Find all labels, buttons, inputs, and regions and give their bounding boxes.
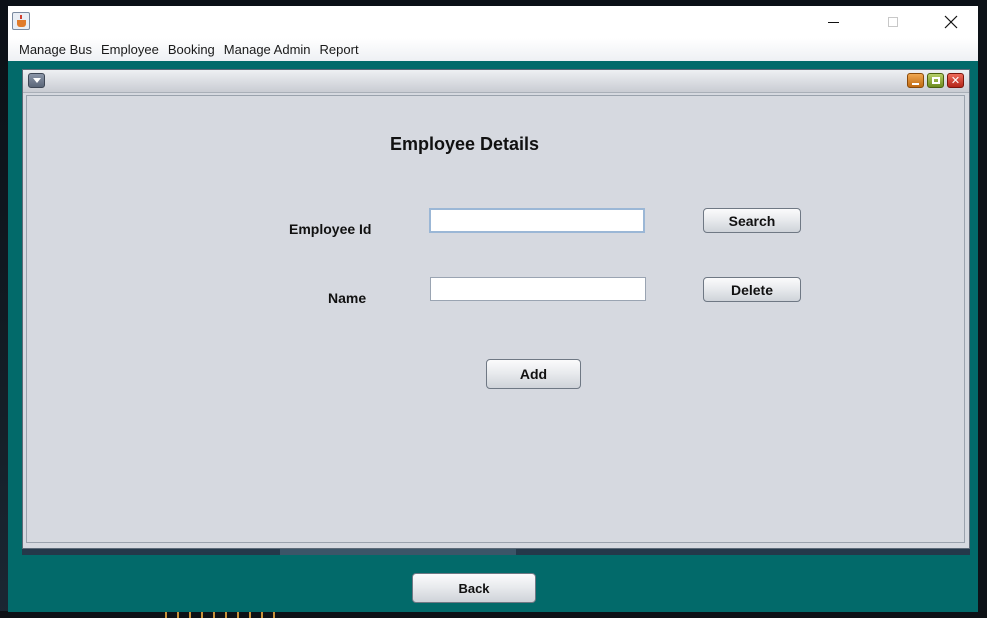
window-close-button[interactable] bbox=[928, 6, 974, 38]
frame-minimize-button[interactable] bbox=[907, 73, 924, 88]
minimize-icon bbox=[912, 82, 919, 85]
window-minimize-button[interactable] bbox=[810, 6, 856, 38]
add-button[interactable]: Add bbox=[486, 359, 581, 389]
menu-manage-bus[interactable]: Manage Bus bbox=[15, 38, 96, 61]
internal-frame-title-bar[interactable]: ✕ bbox=[23, 70, 969, 93]
search-button[interactable]: Search bbox=[703, 208, 801, 233]
frame-close-button[interactable]: ✕ bbox=[947, 73, 964, 88]
frame-menu-button[interactable] bbox=[28, 73, 45, 88]
frame-maximize-button[interactable] bbox=[927, 73, 944, 88]
name-label: Name bbox=[328, 290, 367, 306]
desktop-background-bottom bbox=[0, 611, 987, 618]
window-maximize-button[interactable] bbox=[870, 6, 916, 38]
employee-id-input[interactable] bbox=[429, 208, 645, 233]
java-cup-icon[interactable] bbox=[12, 12, 30, 30]
minimize-icon bbox=[827, 21, 839, 23]
employee-form-panel: Employee Details Employee Id Search Name… bbox=[26, 95, 965, 543]
menu-report[interactable]: Report bbox=[316, 38, 363, 61]
employee-internal-frame: ✕ Employee Details Employee Id Search Na… bbox=[22, 69, 970, 549]
main-window: Manage Bus Employee Booking Manage Admin… bbox=[8, 6, 978, 612]
employee-id-label: Employee Id bbox=[289, 221, 372, 237]
desktop-decoration bbox=[165, 611, 275, 618]
menu-booking[interactable]: Booking bbox=[164, 38, 219, 61]
desktop-background-right bbox=[978, 0, 987, 618]
menu-employee[interactable]: Employee bbox=[97, 38, 163, 61]
maximize-icon bbox=[931, 77, 940, 84]
desktop-background-left bbox=[0, 0, 8, 618]
window-title-bar[interactable] bbox=[8, 6, 978, 38]
close-icon: ✕ bbox=[950, 74, 961, 87]
frame-shadow bbox=[22, 549, 970, 555]
maximize-icon bbox=[888, 17, 898, 27]
close-icon bbox=[944, 15, 958, 29]
chevron-down-icon bbox=[32, 78, 41, 83]
menu-bar: Manage Bus Employee Booking Manage Admin… bbox=[8, 38, 978, 61]
name-input[interactable] bbox=[430, 277, 646, 301]
delete-button[interactable]: Delete bbox=[703, 277, 801, 302]
back-button[interactable]: Back bbox=[412, 573, 536, 603]
menu-manage-admin[interactable]: Manage Admin bbox=[220, 38, 315, 61]
desktop-pane: ✕ Employee Details Employee Id Search Na… bbox=[8, 61, 978, 612]
form-title: Employee Details bbox=[390, 134, 540, 154]
